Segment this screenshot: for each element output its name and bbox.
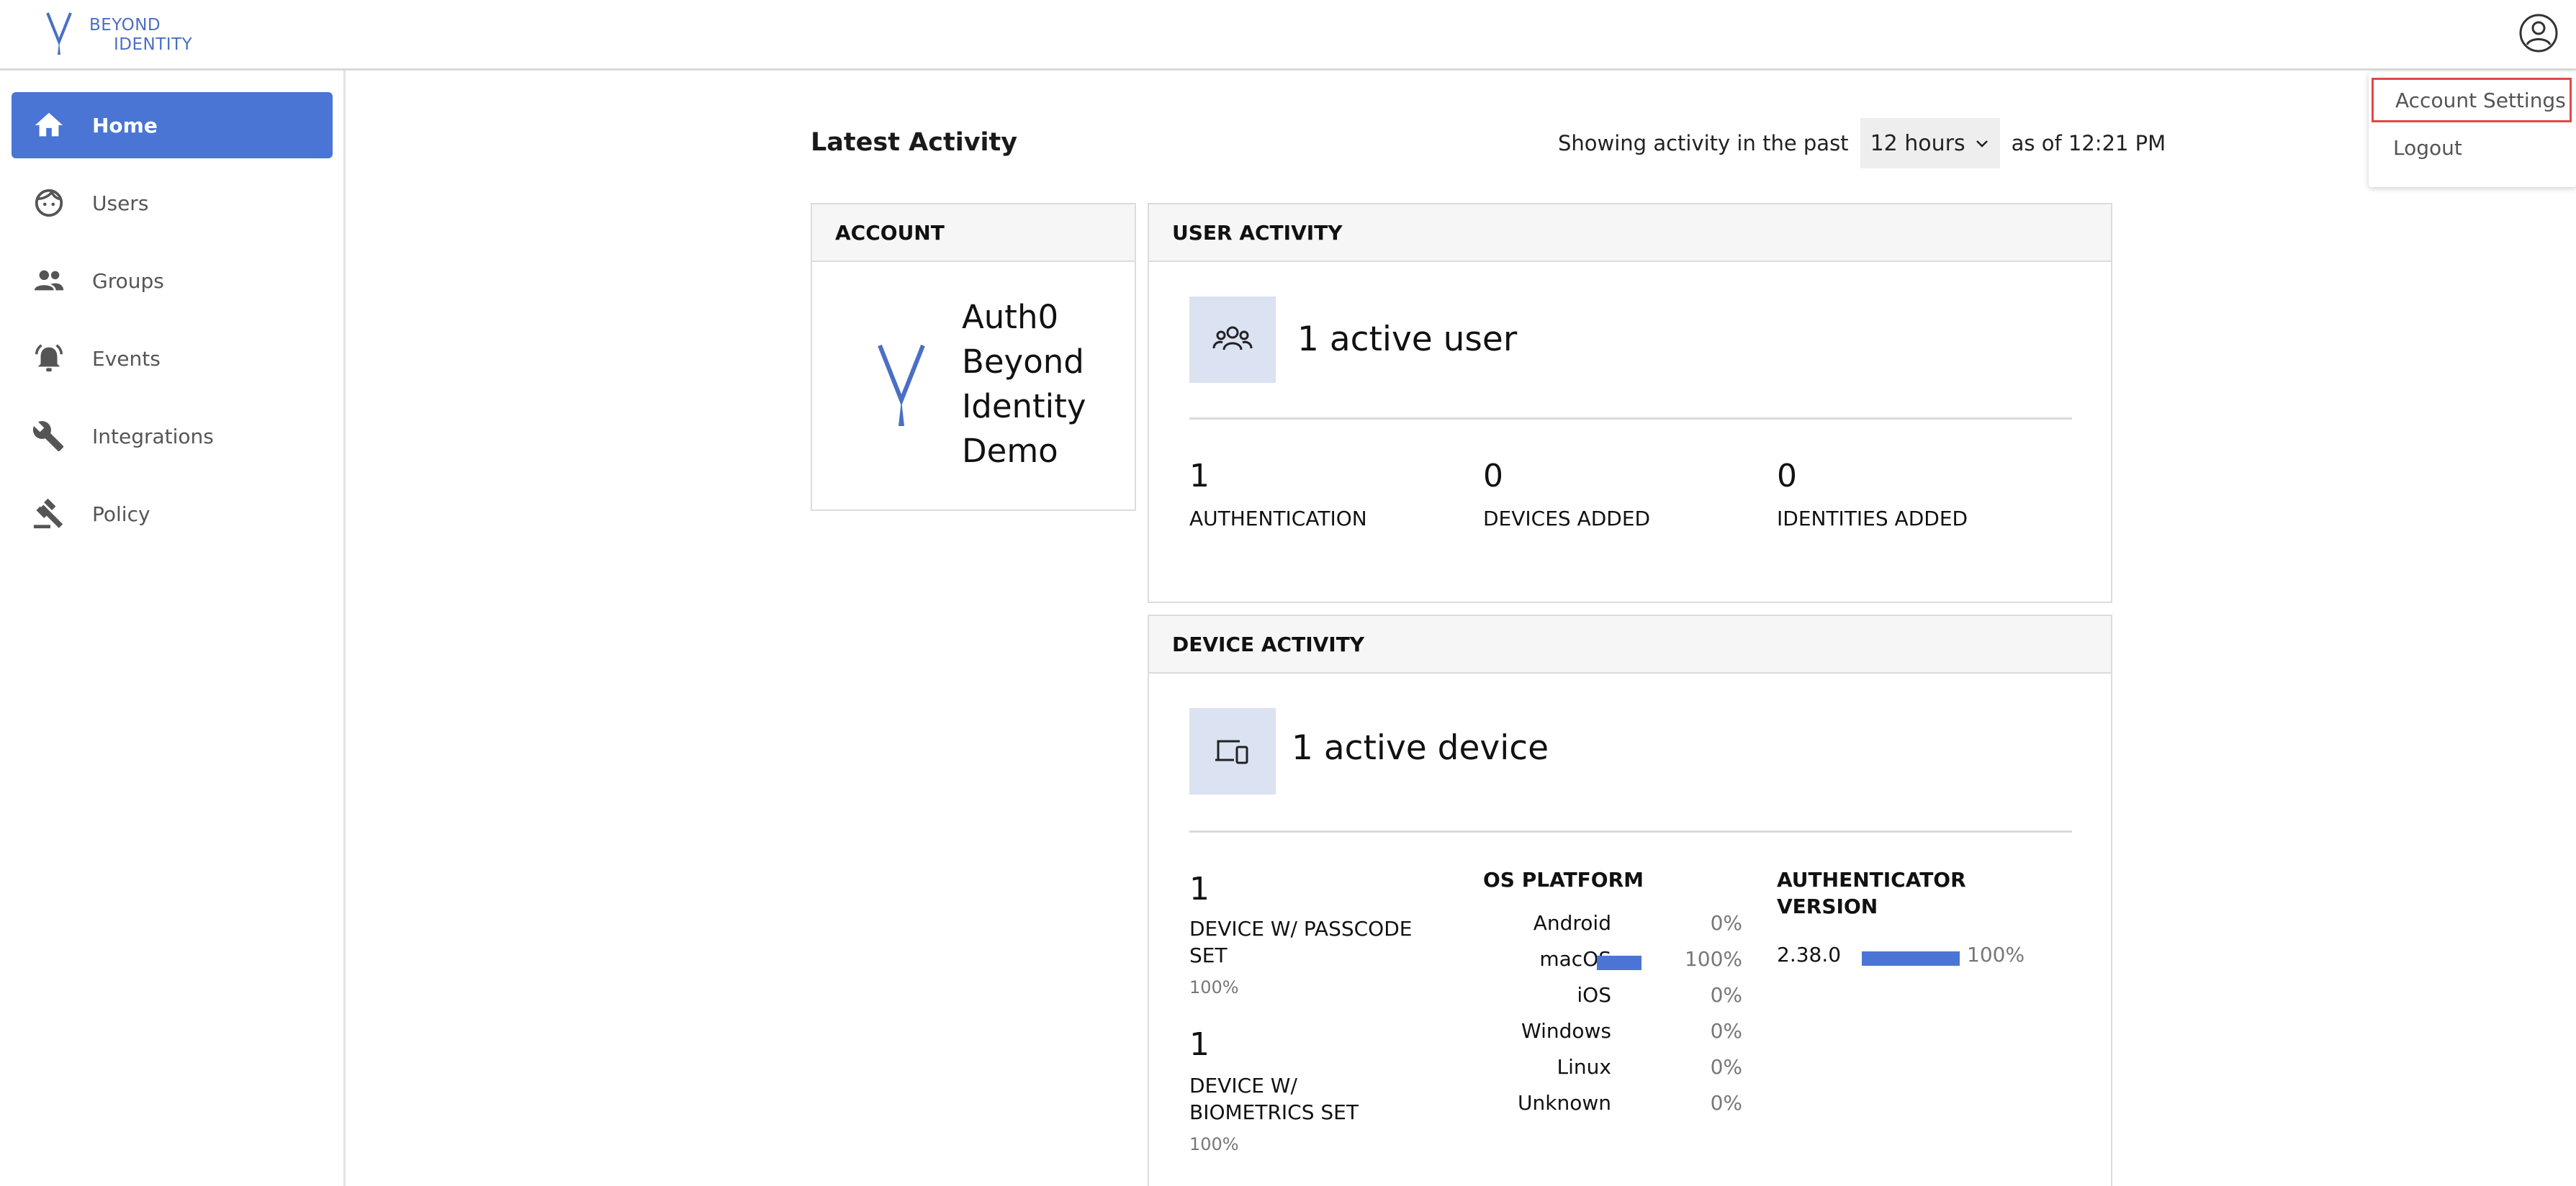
showing-prefix: Showing activity in the past (1558, 131, 1849, 155)
sidebar-item-label: Policy (92, 502, 150, 526)
page-title: Latest Activity (811, 128, 1018, 157)
period-select[interactable]: 12 hours (1860, 118, 2000, 168)
devices-icon (1215, 740, 1248, 764)
device-activity-card: DEVICE ACTIVITY 1 active device 1 DEVICE… (1148, 615, 2112, 1186)
sidebar-item-label: Events (92, 346, 161, 371)
user-activity-header: USER ACTIVITY (1149, 204, 2111, 262)
chevron-down-icon (1976, 140, 1988, 148)
sidebar: Home Users Groups Events Integrations Po… (0, 71, 346, 1186)
active-devices-count: 1 active device (1292, 728, 1549, 768)
os-platform-name: Windows (1521, 1019, 1611, 1043)
os-platform-percent: 100% (1684, 947, 1742, 971)
divider (1189, 417, 2072, 420)
os-platform-percent: 0% (1710, 1019, 1742, 1043)
identities-added-count: 0 (1777, 458, 1797, 494)
os-platform-row: Android 0% (1483, 911, 1742, 940)
authenticator-version: 2.38.0 (1777, 943, 1842, 967)
top-bar: BEYOND IDENTITY (0, 0, 2576, 71)
os-platform-percent: 0% (1710, 1055, 1742, 1079)
people-icon (27, 259, 71, 302)
sidebar-item-label: Groups (92, 268, 164, 293)
biometrics-percent: 100% (1189, 1134, 1239, 1154)
os-platform-title: OS PLATFORM (1483, 868, 1644, 892)
activity-period-filter: Showing activity in the past 12 hours as… (1558, 118, 2166, 168)
device-activity-header: DEVICE ACTIVITY (1149, 616, 2111, 674)
os-platform-bar (1597, 956, 1641, 970)
logo-text: BEYOND IDENTITY (89, 16, 192, 55)
os-platform-name: Unknown (1518, 1091, 1611, 1115)
os-platform-name: Android (1533, 911, 1611, 935)
logout-menu-item[interactable]: Logout (2372, 125, 2572, 170)
os-platform-row: Unknown 0% (1483, 1091, 1742, 1120)
devices-added-label: DEVICES ADDED (1483, 507, 1651, 530)
beyond-identity-logo[interactable]: BEYOND IDENTITY (45, 10, 192, 56)
sidebar-item-integrations[interactable]: Integrations (12, 403, 333, 469)
home-icon (27, 104, 71, 147)
account-settings-menu-item[interactable]: Account Settings (2372, 78, 2572, 122)
authentication-label: AUTHENTICATION (1189, 507, 1367, 530)
os-platform-percent: 0% (1710, 911, 1742, 935)
divider (1189, 830, 2072, 833)
os-platform-row: macOS 100% (1483, 947, 1742, 976)
sidebar-item-users[interactable]: Users (12, 170, 333, 236)
os-platform-name: iOS (1577, 983, 1611, 1007)
sidebar-item-label: Users (92, 191, 149, 215)
devices-icon-box (1189, 708, 1276, 795)
sidebar-item-home[interactable]: Home (12, 92, 333, 158)
biometrics-count: 1 (1189, 1026, 1210, 1063)
active-users-count: 1 active user (1297, 320, 1518, 359)
as-of-time: as of 12:21 PM (2011, 131, 2166, 155)
sidebar-item-label: Integrations (92, 424, 214, 448)
alarm-icon (27, 337, 71, 380)
passcode-label: DEVICE W/ PASSCODE SET (1189, 917, 1413, 967)
logo-line-1: BEYOND (89, 16, 161, 35)
biometrics-label: DEVICE W/ BIOMETRICS SET (1189, 1074, 1359, 1124)
account-card-header: ACCOUNT (812, 204, 1135, 262)
authenticator-version-bar (1862, 951, 1960, 966)
logo-mark-icon (46, 12, 72, 55)
os-platform-row: Linux 0% (1483, 1055, 1742, 1084)
authentication-count: 1 (1189, 458, 1210, 494)
os-platform-row: Windows 0% (1483, 1019, 1742, 1048)
passcode-count: 1 (1189, 871, 1210, 907)
os-platform-percent: 0% (1710, 983, 1742, 1007)
sidebar-item-groups[interactable]: Groups (12, 248, 333, 314)
os-platform-row: iOS 0% (1483, 983, 1742, 1012)
users-group-icon (1212, 326, 1253, 350)
logo-line-2: IDENTITY (114, 35, 193, 54)
period-select-value: 12 hours (1870, 130, 1965, 156)
identities-added-label: IDENTITIES ADDED (1777, 507, 1968, 530)
devices-added-count: 0 (1483, 458, 1503, 494)
os-platform-name: Linux (1557, 1055, 1611, 1079)
account-avatar-icon[interactable] (2518, 13, 2559, 53)
sidebar-item-events[interactable]: Events (12, 325, 333, 391)
authenticator-version-title: AUTHENTICATOR VERSION (1777, 868, 1966, 918)
wrench-icon (27, 415, 71, 458)
users-icon-box (1189, 296, 1276, 383)
account-card: ACCOUNT Auth0 Beyond Identity Demo (811, 203, 1136, 511)
gavel-icon (27, 492, 71, 535)
user-activity-card: USER ACTIVITY 1 active user 1 AUTHENTICA… (1148, 203, 2112, 603)
sidebar-item-label: Home (92, 113, 158, 137)
sidebar-item-policy[interactable]: Policy (12, 481, 333, 547)
user-menu-dropdown: Account Settings Logout (2369, 72, 2576, 187)
face-icon (27, 181, 71, 225)
authenticator-version-row: 2.38.0 100% (1777, 943, 2050, 972)
account-logo-icon (878, 344, 925, 426)
passcode-percent: 100% (1189, 977, 1239, 997)
account-name: Auth0 Beyond Identity Demo (962, 298, 1086, 470)
authenticator-version-percent: 100% (1967, 943, 2025, 967)
os-platform-percent: 0% (1710, 1091, 1742, 1115)
